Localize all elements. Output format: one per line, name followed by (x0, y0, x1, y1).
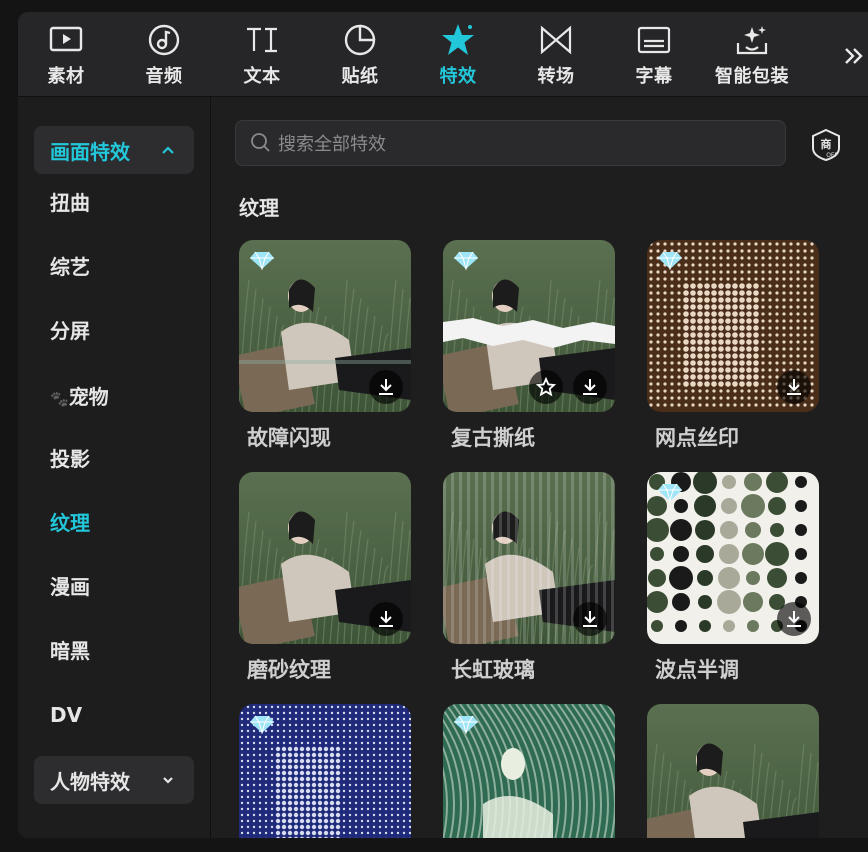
effect-name: 故障闪现 (247, 426, 331, 450)
download-button[interactable] (369, 370, 403, 404)
commercial-off-icon[interactable]: 商 OFF (810, 128, 842, 162)
group-label: 人物特效 (50, 769, 130, 794)
group-character-effects[interactable]: 人物特效 (34, 756, 194, 804)
svg-text:OFF: OFF (826, 152, 838, 159)
music-note-icon (146, 22, 182, 58)
download-button[interactable] (777, 602, 811, 636)
tab-label: 智能包装 (715, 66, 789, 87)
download-button[interactable] (573, 602, 607, 636)
tab-label: 文本 (243, 66, 281, 87)
tab-media[interactable]: 素材 (26, 22, 106, 88)
sticker-icon (342, 22, 378, 58)
group-label: 画面特效 (50, 139, 130, 164)
tab-effects[interactable]: 特效 (418, 22, 498, 88)
effect-name: 磨砂纹理 (247, 658, 331, 682)
effect-card[interactable] (647, 472, 819, 644)
search-input[interactable]: 搜索全部特效 (235, 120, 786, 166)
effect-name: 网点丝印 (655, 426, 739, 450)
favorite-button[interactable] (529, 370, 563, 404)
star-icon (536, 377, 556, 397)
effect-card[interactable] (239, 240, 411, 412)
download-icon (583, 611, 597, 627)
sidebar-item-label: 宠物 (68, 385, 109, 409)
section-title: 纹理 (239, 196, 279, 220)
download-button[interactable] (777, 370, 811, 404)
effect-card[interactable] (443, 472, 615, 644)
premium-diamond-icon (250, 251, 274, 270)
effect-name: 长虹玻璃 (451, 658, 535, 682)
chevron-down-icon (163, 777, 173, 784)
effect-name: 复古撕纸 (451, 426, 535, 450)
effects-panel: 素材 音频 文本 贴纸 特效 转场 字幕 智能包装 画面特效 扭曲 综艺 分屏 … (18, 12, 868, 838)
chevron-up-icon (162, 146, 174, 154)
top-tab-bar: 素材 音频 文本 贴纸 特效 转场 字幕 智能包装 (18, 12, 868, 97)
effect-card[interactable] (239, 472, 411, 644)
tab-subtitle[interactable]: 字幕 (614, 22, 694, 88)
premium-diamond-icon (454, 251, 478, 270)
effect-name: 波点半调 (655, 658, 739, 682)
download-button[interactable] (573, 370, 607, 404)
premium-diamond-icon (454, 715, 478, 734)
tab-label: 字幕 (635, 66, 673, 87)
media-play-icon (48, 22, 84, 58)
tab-sticker[interactable]: 贴纸 (320, 22, 400, 88)
tab-text[interactable]: 文本 (222, 22, 302, 88)
effect-thumbnail (647, 704, 819, 838)
more-tabs-chevron-icon[interactable] (834, 38, 868, 74)
download-icon (379, 611, 393, 627)
sidebar-item-split-screen[interactable]: 分屏 (50, 316, 90, 346)
effect-card[interactable] (443, 704, 615, 838)
tab-transition[interactable]: 转场 (516, 22, 596, 88)
subtitle-icon (636, 22, 672, 58)
sidebar-item-pet[interactable]: 🐾宠物 (50, 382, 109, 412)
tab-smart-package[interactable]: 智能包装 (712, 22, 792, 88)
download-button[interactable] (369, 602, 403, 636)
group-screen-effects[interactable]: 画面特效 (34, 126, 194, 174)
effects-star-icon (440, 22, 476, 58)
tab-label: 贴纸 (341, 66, 379, 87)
sidebar-item-dark[interactable]: 暗黑 (50, 636, 90, 666)
paw-icon: 🐾 (50, 390, 69, 408)
premium-diamond-icon (658, 483, 682, 502)
tab-label: 特效 (439, 66, 477, 87)
smart-package-icon (734, 22, 770, 58)
transition-bowtie-icon (538, 22, 574, 58)
effect-card[interactable] (239, 704, 411, 838)
text-ti-icon (244, 22, 280, 58)
sidebar-item-dv[interactable]: DV (50, 700, 82, 730)
download-icon (787, 611, 801, 627)
category-sidebar: 画面特效 扭曲 综艺 分屏 🐾宠物 投影 纹理 漫画 暗黑 DV 人物特效 (18, 97, 211, 838)
effect-card[interactable] (443, 240, 615, 412)
effect-card[interactable] (647, 704, 819, 838)
tab-label: 素材 (47, 66, 85, 87)
tab-label: 音频 (145, 66, 183, 87)
premium-diamond-icon (658, 251, 682, 270)
sidebar-item-comic[interactable]: 漫画 (50, 572, 90, 602)
sidebar-item-distort[interactable]: 扭曲 (50, 188, 90, 218)
search-icon (251, 133, 270, 152)
sidebar-item-variety[interactable]: 综艺 (50, 252, 90, 282)
download-icon (583, 379, 597, 395)
tab-audio[interactable]: 音频 (124, 22, 204, 88)
download-icon (379, 379, 393, 395)
sidebar-item-projection[interactable]: 投影 (50, 444, 90, 474)
search-placeholder: 搜索全部特效 (278, 134, 386, 155)
svg-text:商: 商 (821, 137, 832, 151)
tab-label: 转场 (537, 66, 575, 87)
effect-card[interactable] (647, 240, 819, 412)
sidebar-item-texture[interactable]: 纹理 (50, 508, 90, 538)
download-icon (787, 379, 801, 395)
premium-diamond-icon (250, 715, 274, 734)
